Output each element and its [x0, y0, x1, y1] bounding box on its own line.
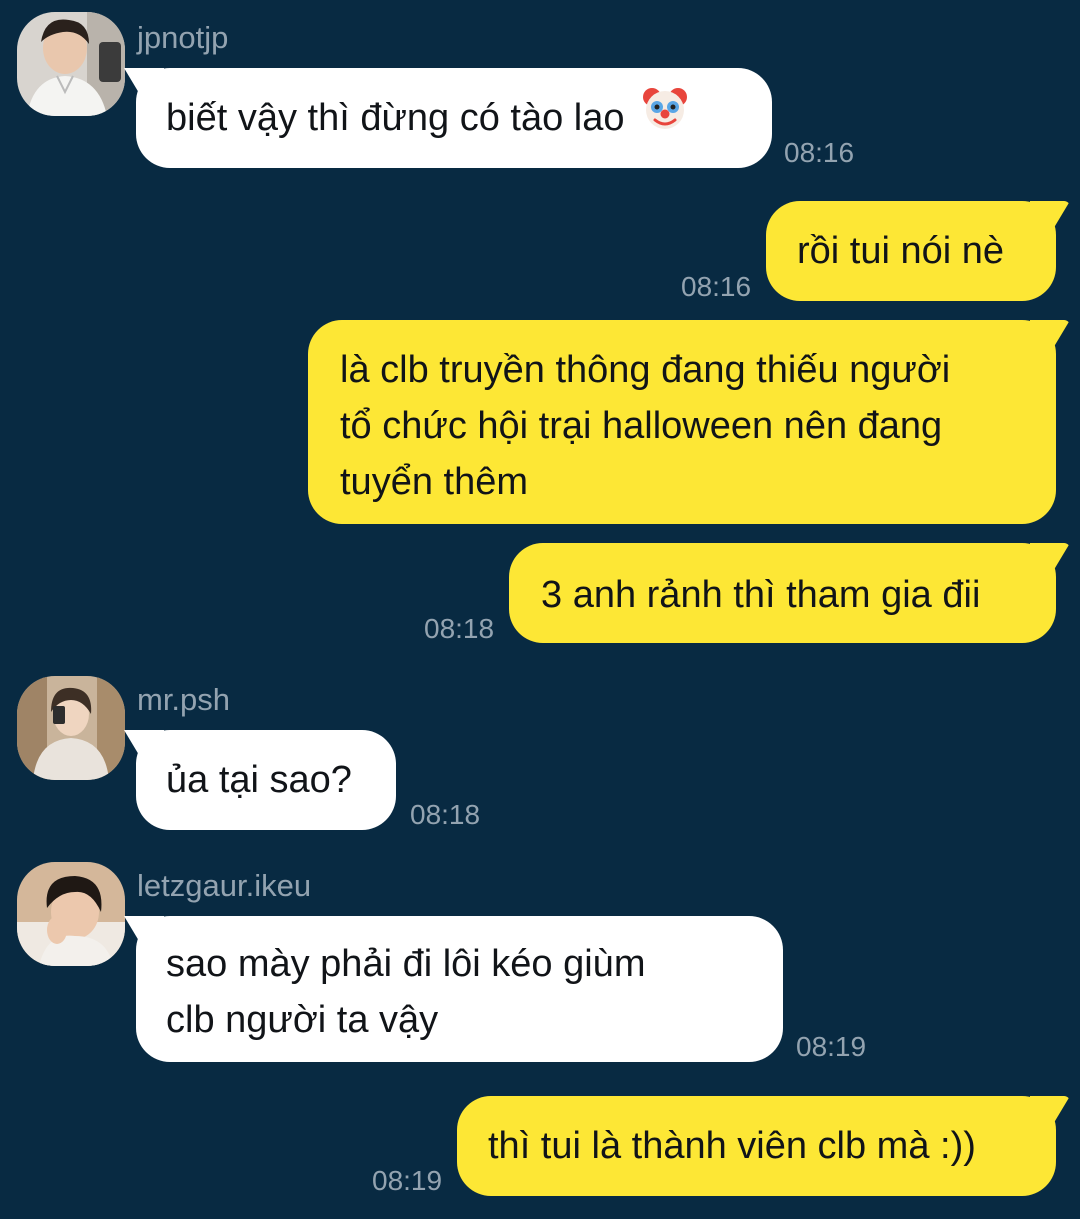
message-timestamp: 08:18: [424, 613, 495, 644]
message-timestamp: 08:19: [372, 1165, 443, 1196]
message-bubble-outgoing[interactable]: là clb truyền thông đang thiếu người tổ …: [308, 320, 1056, 524]
avatar-jpnotjp[interactable]: [17, 12, 125, 116]
message-timestamp: 08:16: [681, 271, 752, 302]
message-bubble-incoming[interactable]: sao mày phải đi lôi kéo giùm clb người t…: [136, 916, 783, 1062]
message-text: biết vậy thì đừng có tào lao: [166, 97, 625, 139]
message-text-line: sao mày phải đi lôi kéo giùm: [166, 943, 646, 985]
message-timestamp: 08:16: [784, 137, 855, 168]
message-timestamp: 08:18: [410, 799, 481, 830]
message-bubble-incoming[interactable]: biết vậy thì đừng có tào lao: [136, 68, 772, 168]
message-text-line: clb người ta vậy: [166, 999, 439, 1041]
message-timestamp: 08:19: [796, 1031, 867, 1062]
message-text-line: tổ chức hội trại halloween nên đang: [340, 405, 943, 447]
message-text-line: là clb truyền thông đang thiếu người: [340, 349, 951, 391]
message-text: rồi tui nói nè: [797, 230, 1005, 272]
avatar-letzgaur-ikeu[interactable]: [17, 862, 125, 966]
message-bubble-incoming[interactable]: ủa tại sao?: [136, 730, 396, 830]
sender-name: jpnotjp: [137, 20, 229, 55]
message-bubble-outgoing[interactable]: rồi tui nói nè: [766, 201, 1056, 301]
sender-name: mr.psh: [137, 682, 231, 717]
message-bubble-outgoing[interactable]: 3 anh rảnh thì tham gia đii: [509, 543, 1056, 643]
message-bubble-outgoing[interactable]: thì tui là thành viên clb mà :)): [457, 1096, 1056, 1196]
message-text-line: tuyển thêm: [340, 461, 528, 503]
avatar-mr-psh[interactable]: [17, 676, 125, 780]
message-text: 3 anh rảnh thì tham gia đii: [541, 574, 981, 616]
sender-name: letzgaur.ikeu: [137, 868, 312, 903]
message-text: ủa tại sao?: [166, 759, 352, 801]
clown-face-icon: [641, 84, 689, 148]
message-text: thì tui là thành viên clb mà :)): [488, 1125, 976, 1167]
